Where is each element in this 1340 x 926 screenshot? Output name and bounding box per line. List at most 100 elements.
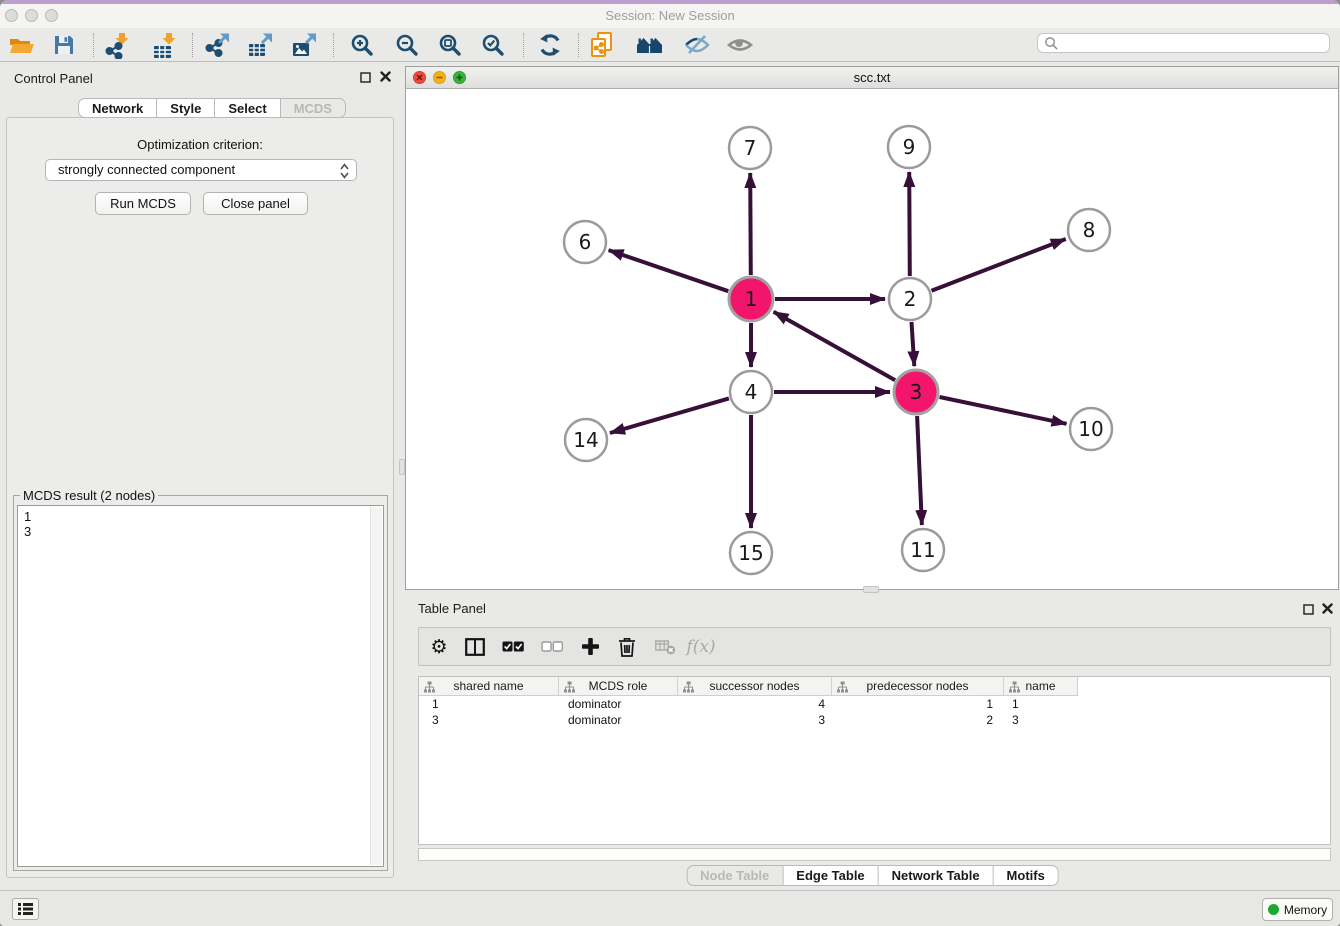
edge-3-11[interactable] [917,416,922,525]
node-1[interactable]: 1 [729,277,773,321]
search-input[interactable] [1059,36,1329,50]
memory-label: Memory [1284,903,1327,917]
zoom-fit-icon[interactable] [435,31,465,59]
list-icon [17,901,34,917]
table-cell[interactable]: dominator [559,696,678,712]
node-8[interactable]: 8 [1068,209,1110,251]
table-header-row: shared nameMCDS rolesuccessor nodesprede… [419,677,1078,696]
network-window-titlebar[interactable]: scc.txt [406,67,1338,89]
task-history-button[interactable] [12,898,39,920]
tab-style[interactable]: Style [157,98,215,118]
column-panel-icon[interactable] [459,628,491,665]
network-window-title: scc.txt [406,67,1338,89]
delete-table-icon[interactable] [649,628,681,665]
zoom-selected-icon[interactable] [478,31,508,59]
import-table-icon[interactable] [150,31,180,59]
column-header-predecessor-nodes[interactable]: predecessor nodes [832,677,1004,696]
result-scrollbar[interactable] [370,507,382,865]
table-cell[interactable]: 2 [832,712,1004,728]
tab-motifs[interactable]: Motifs [994,865,1059,886]
node-4[interactable]: 4 [730,371,772,413]
import-network-icon[interactable] [103,31,133,59]
node-7[interactable]: 7 [729,127,771,169]
edge-4-14[interactable] [610,398,729,433]
float-table-panel-icon[interactable] [1300,602,1316,616]
svg-text:7: 7 [744,136,757,160]
export-image-icon[interactable] [290,31,320,59]
svg-text:9: 9 [903,135,916,159]
chevron-up-down-icon [340,163,349,185]
table-cell[interactable]: 1 [1004,696,1078,712]
mcds-result-area[interactable]: 1 3 [17,505,384,867]
table-horizontal-scrollbar[interactable] [418,848,1331,861]
function-builder-icon[interactable]: f(x) [685,628,717,665]
deselect-all-icon[interactable] [536,628,568,665]
node-10[interactable]: 10 [1070,408,1112,450]
network-canvas[interactable]: 7 9 6 8 1 2 4 3 14 10 15 11 [406,89,1338,589]
memory-button[interactable]: Memory [1262,898,1333,921]
table-cell[interactable]: 4 [678,696,832,712]
node-11[interactable]: 11 [902,529,944,571]
edge-3-10[interactable] [940,397,1067,424]
column-header-name[interactable]: name [1004,677,1078,696]
edge-2-3[interactable] [912,322,915,366]
table-cell[interactable]: dominator [559,712,678,728]
edge-2-8[interactable] [932,239,1066,291]
table-row[interactable]: 3dominator323 [419,712,1330,728]
search-field[interactable] [1037,33,1330,53]
export-network-icon[interactable] [203,31,233,59]
table-cell[interactable]: 1 [832,696,1004,712]
close-panel-button[interactable]: Close panel [203,192,308,215]
open-folder-icon[interactable] [7,31,37,59]
gear-icon[interactable]: ⚙ [423,628,455,665]
tab-mcds[interactable]: MCDS [281,98,346,118]
tab-network-table[interactable]: Network Table [879,865,994,886]
table-cell[interactable]: 3 [678,712,832,728]
float-panel-icon[interactable] [357,70,373,84]
zoom-out-icon[interactable] [392,31,422,59]
eye-hidden-icon[interactable] [682,31,712,59]
node-3[interactable]: 3 [894,370,938,414]
column-header-MCDS-role[interactable]: MCDS role [559,677,678,696]
edge-1-6[interactable] [609,250,729,291]
tab-select[interactable]: Select [215,98,280,118]
refresh-icon[interactable] [535,31,565,59]
node-2[interactable]: 2 [889,278,931,320]
close-panel-icon[interactable] [377,69,393,83]
tab-network[interactable]: Network [78,98,157,118]
trash-icon[interactable] [611,628,643,665]
column-header-shared-name[interactable]: shared name [419,677,559,696]
tab-edge-table[interactable]: Edge Table [783,865,878,886]
run-mcds-button[interactable]: Run MCDS [95,192,191,215]
eye-visible-icon[interactable] [725,31,755,59]
node-15[interactable]: 15 [730,532,772,574]
node-9[interactable]: 9 [888,126,930,168]
tab-node-table[interactable]: Node Table [686,865,783,886]
vertical-splitter-handle[interactable] [399,459,405,475]
network-view-window: scc.txt 7 9 6 8 1 2 4 3 14 10 15 11 [405,66,1339,590]
status-bar: Memory [0,890,1340,926]
zoom-in-icon[interactable] [347,31,377,59]
column-header-successor-nodes[interactable]: successor nodes [678,677,832,696]
svg-text:6: 6 [579,230,592,254]
optimization-criterion-dropdown[interactable]: strongly connected component [45,159,357,181]
houses-icon[interactable] [635,31,665,59]
select-all-icon[interactable] [497,628,529,665]
save-icon[interactable] [49,31,79,59]
edge-3-1[interactable] [774,312,896,380]
fx-label: f(x) [686,637,715,657]
table-cell[interactable]: 1 [419,696,559,712]
new-network-from-selection-icon[interactable] [587,31,617,59]
close-table-panel-icon[interactable] [1319,601,1335,615]
node-14[interactable]: 14 [565,419,607,461]
node-6[interactable]: 6 [564,221,606,263]
add-column-icon[interactable] [574,628,606,665]
edge-2-9[interactable] [909,172,910,276]
node-table[interactable]: shared nameMCDS rolesuccessor nodesprede… [418,676,1331,845]
edge-1-7[interactable] [750,173,751,275]
table-cell[interactable]: 3 [419,712,559,728]
export-table-icon[interactable] [246,31,276,59]
table-row[interactable]: 1dominator411 [419,696,1330,712]
table-cell[interactable]: 3 [1004,712,1078,728]
horizontal-splitter-handle[interactable] [863,586,879,593]
